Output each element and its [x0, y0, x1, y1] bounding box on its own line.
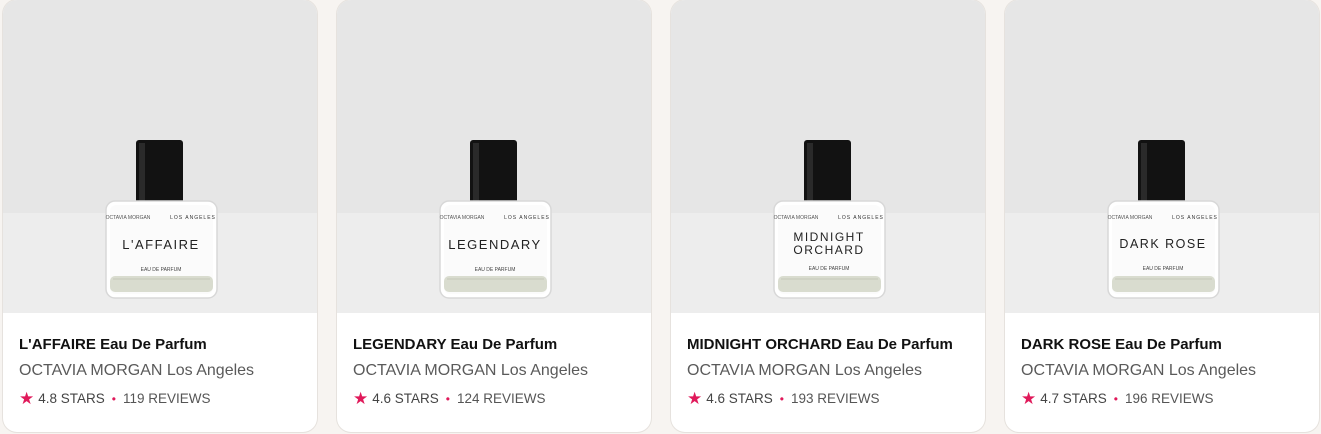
label-type: EAU DE PARFUM [475, 267, 516, 273]
perfume-bottle-image: OCTAVIA MORGAN LOS ANGELES DARK ROSE EAU… [1107, 140, 1220, 299]
review-count[interactable]: 119 REVIEWS [123, 391, 211, 406]
product-title[interactable]: DARK ROSE Eau De Parfum [1021, 336, 1309, 356]
label-brand-left: OCTAVIA MORGAN [106, 215, 151, 221]
label-name-line1: LEGENDARY [448, 237, 541, 252]
label-type: EAU DE PARFUM [809, 266, 850, 272]
label-brand-right: LOS ANGELES [838, 215, 884, 221]
star-icon: ★ [19, 389, 35, 408]
label-name-line1: MIDNIGHT [793, 230, 864, 244]
review-count[interactable]: 193 REVIEWS [791, 391, 880, 406]
label-name-line2: ORCHARD [793, 243, 864, 257]
product-rating: ★ 4.6 STARS • 124 REVIEWS [353, 390, 641, 407]
product-rating: ★ 4.6 STARS • 193 REVIEWS [687, 390, 975, 407]
rating-stars: 4.6 STARS [706, 391, 773, 406]
star-icon: ★ [1021, 389, 1037, 408]
rating-stars: 4.8 STARS [38, 391, 105, 406]
perfume-bottle-image: OCTAVIA MORGAN LOS ANGELES MIDNIGHT ORCH… [773, 140, 886, 299]
label-brand-left: OCTAVIA MORGAN [1108, 215, 1153, 221]
star-icon: ★ [687, 389, 703, 408]
product-info: DARK ROSE Eau De Parfum OCTAVIA MORGAN L… [1021, 330, 1309, 407]
product-brand: OCTAVIA MORGAN Los Angeles [353, 362, 589, 379]
label-brand-right: LOS ANGELES [1172, 215, 1218, 221]
product-title[interactable]: L'AFFAIRE Eau De Parfum [19, 336, 307, 356]
product-info: L'AFFAIRE Eau De Parfum OCTAVIA MORGAN L… [19, 330, 307, 407]
product-title[interactable]: LEGENDARY Eau De Parfum [353, 336, 641, 356]
product-card-dark-rose[interactable]: OCTAVIA MORGAN LOS ANGELES DARK ROSE EAU… [1005, 0, 1319, 432]
label-brand-left: OCTAVIA MORGAN [440, 215, 485, 221]
star-icon: ★ [353, 389, 369, 408]
perfume-bottle-image: OCTAVIA MORGAN LOS ANGELES L'AFFAIRE EAU… [105, 140, 218, 299]
product-grid: OCTAVIA MORGAN LOS ANGELES L'AFFAIRE EAU… [0, 0, 1321, 434]
label-brand-left: OCTAVIA MORGAN [774, 215, 819, 221]
label-type: EAU DE PARFUM [1143, 266, 1184, 272]
product-brand: OCTAVIA MORGAN Los Angeles [1021, 362, 1257, 379]
product-title[interactable]: MIDNIGHT ORCHARD Eau De Parfum [687, 336, 975, 356]
product-image[interactable]: OCTAVIA MORGAN LOS ANGELES LEGENDARY EAU… [337, 0, 651, 313]
label-name-line1: L'AFFAIRE [122, 237, 199, 252]
product-brand: OCTAVIA MORGAN Los Angeles [19, 362, 255, 379]
product-card-midnight-orchard[interactable]: OCTAVIA MORGAN LOS ANGELES MIDNIGHT ORCH… [671, 0, 985, 432]
product-card-laffaire[interactable]: OCTAVIA MORGAN LOS ANGELES L'AFFAIRE EAU… [3, 0, 317, 432]
dot-icon: • [779, 391, 784, 406]
rating-stars: 4.6 STARS [372, 391, 439, 406]
review-count[interactable]: 196 REVIEWS [1125, 391, 1214, 406]
label-brand-right: LOS ANGELES [170, 215, 216, 221]
dot-icon: • [111, 391, 116, 406]
rating-stars: 4.7 STARS [1040, 391, 1107, 406]
dot-icon: • [445, 391, 450, 406]
label-brand-right: LOS ANGELES [504, 215, 550, 221]
product-info: LEGENDARY Eau De Parfum OCTAVIA MORGAN L… [353, 330, 641, 407]
product-rating: ★ 4.8 STARS • 119 REVIEWS [19, 390, 307, 407]
dot-icon: • [1113, 391, 1118, 406]
product-brand: OCTAVIA MORGAN Los Angeles [687, 362, 923, 379]
label-name-line1: DARK ROSE [1119, 237, 1206, 251]
product-image[interactable]: OCTAVIA MORGAN LOS ANGELES MIDNIGHT ORCH… [671, 0, 985, 313]
product-card-legendary[interactable]: OCTAVIA MORGAN LOS ANGELES LEGENDARY EAU… [337, 0, 651, 432]
perfume-bottle-image: OCTAVIA MORGAN LOS ANGELES LEGENDARY EAU… [439, 140, 552, 299]
label-type: EAU DE PARFUM [141, 267, 182, 273]
product-rating: ★ 4.7 STARS • 196 REVIEWS [1021, 390, 1309, 407]
product-image[interactable]: OCTAVIA MORGAN LOS ANGELES L'AFFAIRE EAU… [3, 0, 317, 313]
product-info: MIDNIGHT ORCHARD Eau De Parfum OCTAVIA M… [687, 330, 975, 407]
review-count[interactable]: 124 REVIEWS [457, 391, 546, 406]
product-image[interactable]: OCTAVIA MORGAN LOS ANGELES DARK ROSE EAU… [1005, 0, 1319, 313]
